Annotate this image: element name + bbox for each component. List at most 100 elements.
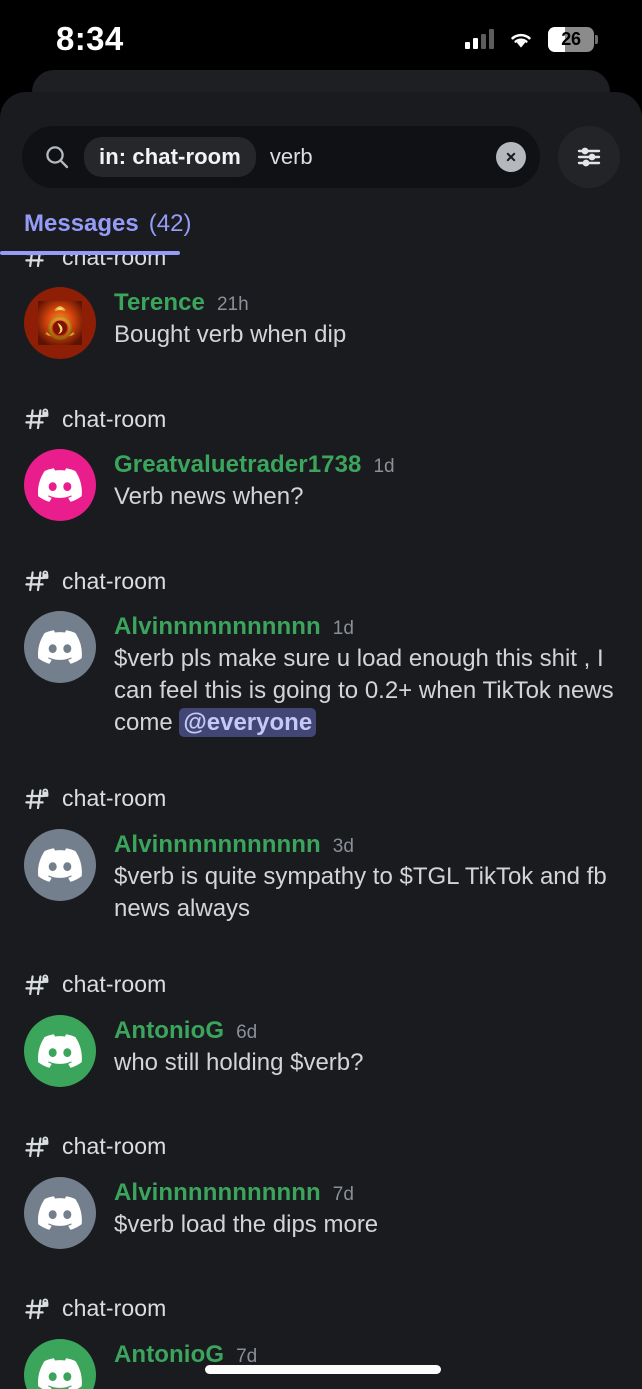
result-message-header: Terence 21h xyxy=(114,289,620,317)
status-bar: 8:34 26 xyxy=(0,0,642,74)
message-text-span: $verb is quite sympathy to $TGL TikTok a… xyxy=(114,862,607,922)
search-result-item[interactable]: chat-room Greatvaluetrader1738 1d Verb new… xyxy=(0,401,642,521)
search-bar-row: in: chat-room verb xyxy=(0,121,642,193)
result-author[interactable]: Alvinnnnnnnnnnn xyxy=(114,1179,321,1207)
result-message[interactable]: Greatvaluetrader1738 1d Verb news when? xyxy=(0,437,642,521)
result-author[interactable]: AntonioG xyxy=(114,1017,224,1045)
search-result-item[interactable]: chat-room Alvinnnnnnnnnnn 7d $verb load th… xyxy=(0,1129,642,1249)
result-channel-name: chat-room xyxy=(62,1295,167,1322)
result-message-header: Alvinnnnnnnnnnn 7d xyxy=(114,1179,620,1207)
result-timestamp: 1d xyxy=(332,618,354,639)
status-indicators: 26 xyxy=(465,26,598,52)
discord-clyde-avatar[interactable] xyxy=(24,1014,96,1087)
result-message-header: AntonioG 6d xyxy=(114,1017,620,1045)
discord-clyde-avatar[interactable] xyxy=(24,1176,96,1249)
search-input[interactable]: in: chat-room verb xyxy=(22,126,540,188)
result-timestamp: 7d xyxy=(332,1183,354,1205)
dragon-medallion-avatar[interactable] xyxy=(24,287,96,359)
result-timestamp: 6d xyxy=(236,1021,258,1043)
hash-lock-icon xyxy=(24,786,50,812)
result-channel-name: chat-room xyxy=(62,785,167,812)
search-results-inner: chat-room Terence 21h Bought verb when dip xyxy=(0,255,642,1389)
result-message[interactable]: Terence 21h Bought verb when dip xyxy=(0,275,642,359)
phone-screen: 8:34 26 in: chat-room verb Messages (42)… xyxy=(0,0,642,1389)
hash-lock-icon xyxy=(24,972,50,998)
result-separator xyxy=(0,925,642,967)
result-channel-header: chat-room xyxy=(0,781,642,817)
home-indicator xyxy=(205,1365,441,1374)
search-result-item[interactable]: chat-room AntonioG 6d who still holding $v… xyxy=(0,967,642,1087)
result-message[interactable]: Alvinnnnnnnnnnn 3d $verb is quite sympathy… xyxy=(0,817,642,925)
search-filter-pill[interactable]: in: chat-room xyxy=(84,137,256,177)
filter-sliders-icon[interactable] xyxy=(558,126,620,188)
tab-messages[interactable]: Messages (42) xyxy=(12,193,203,255)
result-channel-header: chat-room xyxy=(0,401,642,437)
search-icon xyxy=(44,144,70,170)
hash-lock-icon xyxy=(24,1134,50,1160)
result-channel-header: chat-room xyxy=(0,967,642,1003)
result-separator xyxy=(0,739,642,781)
result-author[interactable]: Alvinnnnnnnnnnn xyxy=(114,613,321,641)
discord-clyde-avatar[interactable] xyxy=(24,828,96,901)
result-message-text: Bought verb when dip xyxy=(114,319,620,351)
status-clock: 8:34 xyxy=(56,20,124,57)
result-channel-name: chat-room xyxy=(62,405,167,432)
result-message-header: Alvinnnnnnnnnnn 1d xyxy=(114,613,620,641)
result-message-header: Alvinnnnnnnnnnn 3d xyxy=(114,831,620,859)
result-author[interactable]: Terence xyxy=(114,289,205,317)
search-result-item[interactable]: chat-room Alvinnnnnnnnnnn 3d $verb is quit… xyxy=(0,781,642,925)
result-message[interactable]: AntonioG 6d who still holding $verb? xyxy=(0,1003,642,1087)
result-channel-header: chat-room xyxy=(0,563,642,599)
result-message-body: AntonioG 6d who still holding $verb? xyxy=(114,1015,620,1087)
result-channel-name: chat-room xyxy=(62,255,167,270)
message-text-span: Verb news when? xyxy=(114,483,304,510)
search-query-text[interactable]: verb xyxy=(270,144,482,170)
result-channel-name: chat-room xyxy=(62,1133,167,1160)
clear-icon[interactable] xyxy=(496,142,526,172)
result-channel-name: chat-room xyxy=(62,971,167,998)
hash-lock-icon xyxy=(24,406,50,432)
search-result-item[interactable]: chat-room AntonioG 7d xyxy=(0,1291,642,1389)
result-timestamp: 21h xyxy=(216,294,249,315)
mention-everyone[interactable]: @everyone xyxy=(179,707,317,737)
result-message-body: Alvinnnnnnnnnnn 1d $verb pls make sure u l… xyxy=(114,611,620,739)
search-result-item[interactable]: chat-room Terence 21h Bought verb when dip xyxy=(0,255,642,359)
discord-clyde-avatar[interactable] xyxy=(24,611,96,683)
result-message-text: $verb is quite sympathy to $TGL TikTok a… xyxy=(114,861,620,925)
message-text-span: who still holding $verb? xyxy=(114,1048,364,1076)
result-message-body: Greatvaluetrader1738 1d Verb news when? xyxy=(114,449,620,521)
result-message-text: $verb pls make sure u load enough this s… xyxy=(114,643,620,739)
result-author[interactable]: Alvinnnnnnnnnnn xyxy=(114,831,321,859)
tab-messages-label: Messages xyxy=(24,210,139,237)
result-message[interactable]: Alvinnnnnnnnnnn 1d $verb pls make sure u l… xyxy=(0,599,642,739)
result-timestamp: 1d xyxy=(373,456,395,477)
result-separator xyxy=(0,1087,642,1129)
result-message-body: Alvinnnnnnnnnnn 7d $verb load the dips mor… xyxy=(114,1177,620,1249)
result-channel-header: chat-room xyxy=(0,255,642,275)
result-message-text: Verb news when? xyxy=(114,481,620,513)
result-message-header: Greatvaluetrader1738 1d xyxy=(114,451,620,479)
result-message-body: Alvinnnnnnnnnnn 3d $verb is quite sympathy… xyxy=(114,829,620,925)
search-result-item[interactable]: chat-room Alvinnnnnnnnnnn 1d $verb pls mak… xyxy=(0,563,642,739)
hash-lock-icon xyxy=(24,255,50,270)
result-message-text: who still holding $verb? xyxy=(114,1047,620,1079)
result-timestamp: 3d xyxy=(332,835,354,857)
result-message[interactable]: Alvinnnnnnnnnnn 7d $verb load the dips mor… xyxy=(0,1165,642,1249)
hash-lock-icon xyxy=(24,568,50,594)
result-message[interactable]: AntonioG 7d xyxy=(0,1327,642,1389)
wifi-icon xyxy=(508,29,534,49)
tab-messages-count: (42) xyxy=(148,210,192,237)
result-separator xyxy=(0,359,642,401)
battery-level: 26 xyxy=(561,28,581,49)
results-tab-bar: Messages (42) xyxy=(0,193,642,255)
discord-clyde-avatar[interactable] xyxy=(24,449,96,521)
result-author[interactable]: Greatvaluetrader1738 xyxy=(114,451,361,479)
tab-active-underline xyxy=(0,251,180,255)
message-text-span: Bought verb when dip xyxy=(114,321,347,348)
battery-icon: 26 xyxy=(548,26,598,52)
result-channel-header: chat-room xyxy=(0,1291,642,1327)
result-separator xyxy=(0,1249,642,1291)
discord-clyde-avatar[interactable] xyxy=(24,1338,96,1389)
result-separator xyxy=(0,521,642,563)
search-results-list[interactable]: chat-room Terence 21h Bought verb when dip xyxy=(0,255,642,1389)
